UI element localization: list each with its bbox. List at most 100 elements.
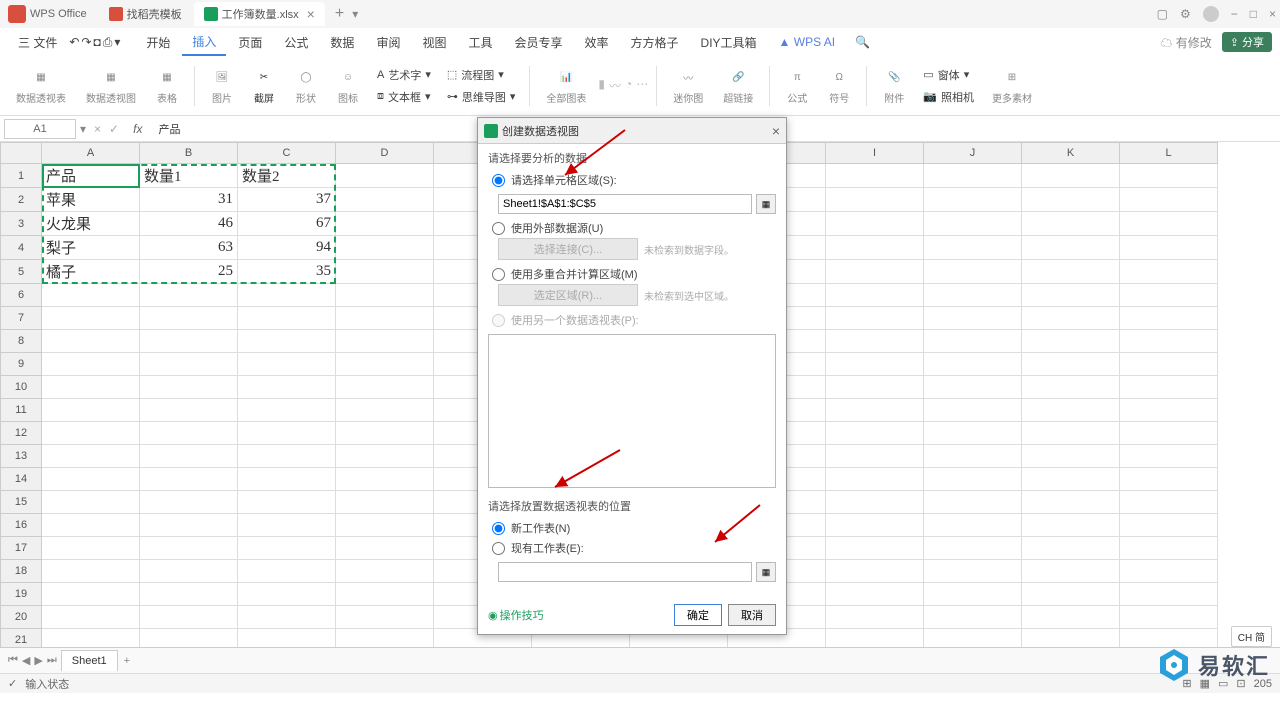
cell-A12[interactable] xyxy=(42,422,140,445)
row-header-10[interactable]: 10 xyxy=(0,376,42,399)
radio-new-sheet-input[interactable] xyxy=(492,522,505,535)
cell-D19[interactable] xyxy=(336,583,434,606)
cell-L14[interactable] xyxy=(1120,468,1218,491)
cell-K10[interactable] xyxy=(1022,376,1120,399)
row-header-19[interactable]: 19 xyxy=(0,583,42,606)
cell-I17[interactable] xyxy=(826,537,924,560)
sheet-nav-first-icon[interactable]: ⏮ xyxy=(8,654,18,667)
menu-page[interactable]: 页面 xyxy=(228,30,272,55)
cell-C1[interactable]: 数量2 xyxy=(238,164,336,188)
cell-A6[interactable] xyxy=(42,284,140,307)
ribbon-pivot-chart[interactable]: ▦数据透视图 xyxy=(78,60,144,111)
cell-C9[interactable] xyxy=(238,353,336,376)
ok-button[interactable]: 确定 xyxy=(674,604,722,626)
sheet-nav-prev-icon[interactable]: ◀ xyxy=(22,654,30,667)
row-header-7[interactable]: 7 xyxy=(0,307,42,330)
cell-B3[interactable]: 46 xyxy=(140,212,238,236)
cell-L5[interactable] xyxy=(1120,260,1218,284)
location-picker-button[interactable]: ▦ xyxy=(756,562,776,582)
row-header-2[interactable]: 2 xyxy=(0,188,42,212)
cell-K5[interactable] xyxy=(1022,260,1120,284)
row-header-15[interactable]: 15 xyxy=(0,491,42,514)
ribbon-pivot-table[interactable]: ▦数据透视表 xyxy=(8,60,74,111)
ribbon-textbox[interactable]: ⧈ 文本框 ▾ xyxy=(371,87,437,107)
cell-I9[interactable] xyxy=(826,353,924,376)
cell-A9[interactable] xyxy=(42,353,140,376)
row-header-4[interactable]: 4 xyxy=(0,236,42,260)
cell-L2[interactable] xyxy=(1120,188,1218,212)
cell-A19[interactable] xyxy=(42,583,140,606)
fx-confirm-icon[interactable]: ✓ xyxy=(105,122,123,136)
ribbon-icons[interactable]: ☺图标 xyxy=(329,60,367,111)
radio-select-range[interactable]: 请选择单元格区域(S): xyxy=(488,170,776,190)
cell-I3[interactable] xyxy=(826,212,924,236)
cell-K20[interactable] xyxy=(1022,606,1120,629)
cell-K14[interactable] xyxy=(1022,468,1120,491)
cell-B11[interactable] xyxy=(140,399,238,422)
chart-pie-icon[interactable]: ◔ xyxy=(625,77,632,94)
cell-L13[interactable] xyxy=(1120,445,1218,468)
cell-L4[interactable] xyxy=(1120,236,1218,260)
cell-A20[interactable] xyxy=(42,606,140,629)
menu-view[interactable]: 视图 xyxy=(412,30,456,55)
cell-B12[interactable] xyxy=(140,422,238,445)
cell-D17[interactable] xyxy=(336,537,434,560)
ribbon-screenshot[interactable]: ✂截屏 xyxy=(245,60,283,111)
cell-B8[interactable] xyxy=(140,330,238,353)
row-header-6[interactable]: 6 xyxy=(0,284,42,307)
cell-C11[interactable] xyxy=(238,399,336,422)
cell-L18[interactable] xyxy=(1120,560,1218,583)
cell-L7[interactable] xyxy=(1120,307,1218,330)
ribbon-camera[interactable]: 📷 照相机 xyxy=(917,87,980,107)
col-header-A[interactable]: A xyxy=(42,142,140,164)
search-icon[interactable]: 🔍 xyxy=(847,35,878,49)
fx-cancel-icon[interactable]: × xyxy=(90,122,105,136)
cell-B19[interactable] xyxy=(140,583,238,606)
cell-J13[interactable] xyxy=(924,445,1022,468)
row-header-16[interactable]: 16 xyxy=(0,514,42,537)
cell-K7[interactable] xyxy=(1022,307,1120,330)
cell-C10[interactable] xyxy=(238,376,336,399)
menu-data[interactable]: 数据 xyxy=(320,30,364,55)
cell-C7[interactable] xyxy=(238,307,336,330)
fx-icon[interactable]: fx xyxy=(123,122,152,136)
cell-K6[interactable] xyxy=(1022,284,1120,307)
row-header-8[interactable]: 8 xyxy=(0,330,42,353)
cell-K8[interactable] xyxy=(1022,330,1120,353)
cell-J3[interactable] xyxy=(924,212,1022,236)
cell-I4[interactable] xyxy=(826,236,924,260)
cell-L11[interactable] xyxy=(1120,399,1218,422)
cell-K4[interactable] xyxy=(1022,236,1120,260)
cell-L1[interactable] xyxy=(1120,164,1218,188)
avatar-icon[interactable] xyxy=(1203,6,1219,22)
col-header-I[interactable]: I xyxy=(826,142,924,164)
ribbon-symbol[interactable]: Ω符号 xyxy=(820,60,858,111)
cell-I2[interactable] xyxy=(826,188,924,212)
cell-J6[interactable] xyxy=(924,284,1022,307)
cell-L16[interactable] xyxy=(1120,514,1218,537)
undo-icon[interactable]: ↶ xyxy=(69,35,79,49)
cell-C3[interactable]: 67 xyxy=(238,212,336,236)
row-header-20[interactable]: 20 xyxy=(0,606,42,629)
cell-I15[interactable] xyxy=(826,491,924,514)
menu-efficiency[interactable]: 效率 xyxy=(575,30,619,55)
cell-A10[interactable] xyxy=(42,376,140,399)
cell-B5[interactable]: 25 xyxy=(140,260,238,284)
cell-A16[interactable] xyxy=(42,514,140,537)
cell-L15[interactable] xyxy=(1120,491,1218,514)
row-header-14[interactable]: 14 xyxy=(0,468,42,491)
cell-C19[interactable] xyxy=(238,583,336,606)
range-picker-button[interactable]: ▦ xyxy=(756,194,776,214)
qat-dropdown-icon[interactable]: ▾ xyxy=(114,35,120,49)
cell-I12[interactable] xyxy=(826,422,924,445)
cell-B7[interactable] xyxy=(140,307,238,330)
chart-bar-icon[interactable]: ▮ xyxy=(598,77,605,94)
cell-K15[interactable] xyxy=(1022,491,1120,514)
cell-A18[interactable] xyxy=(42,560,140,583)
ribbon-sparkline[interactable]: 〰迷你图 xyxy=(665,60,711,111)
settings-icon[interactable]: ⚙ xyxy=(1180,7,1191,21)
cell-A4[interactable]: 梨子 xyxy=(42,236,140,260)
cell-D11[interactable] xyxy=(336,399,434,422)
cell-I18[interactable] xyxy=(826,560,924,583)
cancel-button[interactable]: 取消 xyxy=(728,604,776,626)
